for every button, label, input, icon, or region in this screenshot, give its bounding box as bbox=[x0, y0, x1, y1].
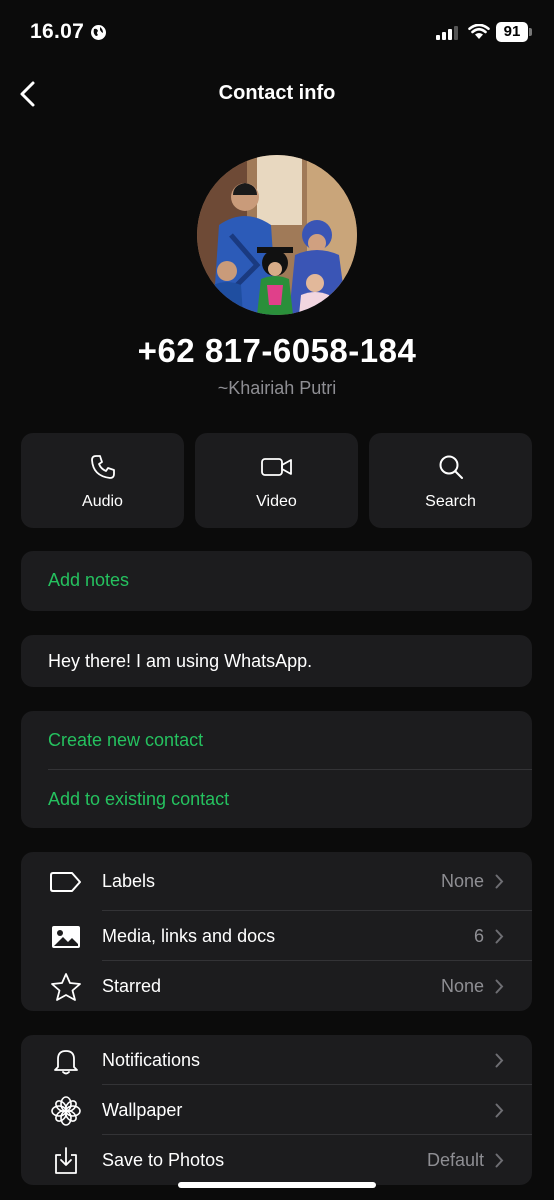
chevron-right-icon bbox=[495, 874, 504, 889]
avatar[interactable] bbox=[197, 155, 357, 315]
settings-card: Notifications Wallpaper Save to Photos D bbox=[21, 1035, 532, 1185]
video-call-button[interactable]: Video bbox=[195, 433, 358, 528]
labels-label: Labels bbox=[102, 871, 156, 891]
starred-value: None bbox=[440, 976, 484, 996]
wifi-icon bbox=[468, 24, 490, 39]
avatar-photo bbox=[197, 155, 357, 315]
search-label: Search bbox=[425, 493, 476, 510]
chevron-right-icon bbox=[495, 1053, 504, 1068]
download-icon bbox=[55, 1147, 77, 1174]
notifications-row[interactable]: Notifications bbox=[21, 1035, 532, 1085]
phone-icon bbox=[90, 455, 115, 479]
wallpaper-row[interactable]: Wallpaper bbox=[21, 1085, 532, 1135]
media-links-docs-row[interactable]: Media, links and docs 6 bbox=[21, 911, 532, 961]
search-button[interactable]: Search bbox=[369, 433, 532, 528]
cellular-signal-icon bbox=[436, 26, 458, 40]
add-to-existing-contact-button[interactable]: Add to existing contact bbox=[21, 770, 532, 828]
chevron-right-icon bbox=[495, 929, 504, 944]
video-icon bbox=[260, 458, 292, 476]
contact-push-name: ~Khairiah Putri bbox=[217, 378, 337, 398]
add-to-existing-contact-label: Add to existing contact bbox=[48, 789, 230, 809]
status-time: 16.07 bbox=[30, 20, 85, 43]
starred-row[interactable]: Starred None bbox=[21, 961, 532, 1011]
save-to-photos-label: Save to Photos bbox=[102, 1150, 225, 1170]
flower-icon bbox=[51, 1096, 81, 1126]
star-icon bbox=[51, 973, 81, 1001]
audio-label: Audio bbox=[82, 493, 123, 510]
video-label: Video bbox=[256, 493, 297, 510]
chevron-right-icon bbox=[495, 979, 504, 994]
add-notes-label: Add notes bbox=[48, 570, 130, 590]
media-links-docs-label: Media, links and docs bbox=[102, 926, 276, 946]
audio-call-button[interactable]: Audio bbox=[21, 433, 184, 528]
bell-icon bbox=[54, 1050, 78, 1075]
about-text: Hey there! I am using WhatsApp. bbox=[48, 651, 313, 671]
labels-value: None bbox=[440, 871, 484, 891]
notifications-label: Notifications bbox=[102, 1050, 201, 1070]
info-card: Labels None Media, links and docs 6 Star… bbox=[21, 852, 532, 1011]
page-title: Contact info bbox=[218, 82, 336, 104]
about-card: Hey there! I am using WhatsApp. bbox=[21, 635, 532, 687]
chevron-right-icon bbox=[495, 1153, 504, 1168]
chevron-right-icon bbox=[495, 1103, 504, 1118]
create-new-contact-label: Create new contact bbox=[48, 730, 204, 750]
labels-row[interactable]: Labels None bbox=[21, 856, 532, 906]
contact-phone-number: +62 817-6058-184 bbox=[137, 332, 417, 369]
save-to-photos-row[interactable]: Save to Photos Default bbox=[21, 1135, 532, 1185]
battery-tip bbox=[529, 28, 532, 36]
battery-indicator: 91 bbox=[496, 22, 528, 42]
label-icon bbox=[50, 872, 81, 892]
globe-icon bbox=[91, 25, 106, 40]
search-icon bbox=[439, 455, 463, 479]
home-indicator[interactable] bbox=[178, 1182, 376, 1188]
media-count: 6 bbox=[473, 926, 484, 946]
add-notes-card[interactable]: Add notes bbox=[21, 551, 532, 611]
status-bar: 16.07 91 bbox=[0, 0, 554, 64]
wallpaper-label: Wallpaper bbox=[102, 1100, 183, 1120]
starred-label: Starred bbox=[102, 976, 162, 996]
contact-actions-card: Create new contact Add to existing conta… bbox=[21, 711, 532, 828]
create-new-contact-button[interactable]: Create new contact bbox=[21, 711, 532, 769]
image-icon bbox=[52, 926, 80, 948]
save-to-photos-value: Default bbox=[426, 1150, 484, 1170]
